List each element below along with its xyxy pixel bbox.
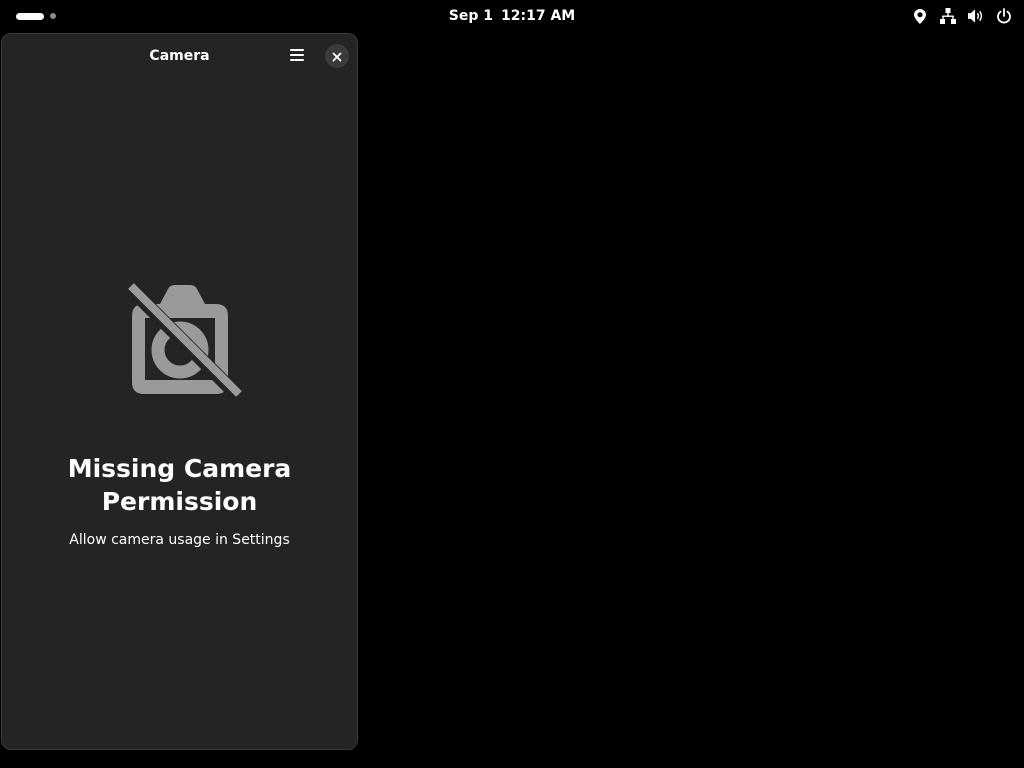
close-icon [332,47,342,66]
main-menu-button[interactable] [284,44,310,68]
power-icon [996,8,1012,24]
hamburger-menu-icon [289,47,305,66]
volume-icon [968,8,984,24]
clock-time: 12:17 AM [501,8,576,24]
network-wired-icon [940,8,956,24]
camera-disabled-icon [112,274,248,410]
status-title: Missing Camera Permission [67,454,292,516]
status-description: Allow camera usage in Settings [69,532,290,548]
top-bar: Sep 1 12:17 AM [0,0,1024,32]
header-bar[interactable]: Camera [2,34,357,78]
system-tray[interactable] [912,0,1012,32]
clock-button[interactable]: Sep 1 12:17 AM [0,0,1024,32]
close-button[interactable] [325,44,349,68]
camera-window: Camera Missing Camera Permission Allow c… [1,33,358,750]
status-page: Missing Camera Permission Allow camera u… [2,274,357,548]
location-icon [912,8,928,24]
clock-date: Sep 1 [448,8,493,24]
